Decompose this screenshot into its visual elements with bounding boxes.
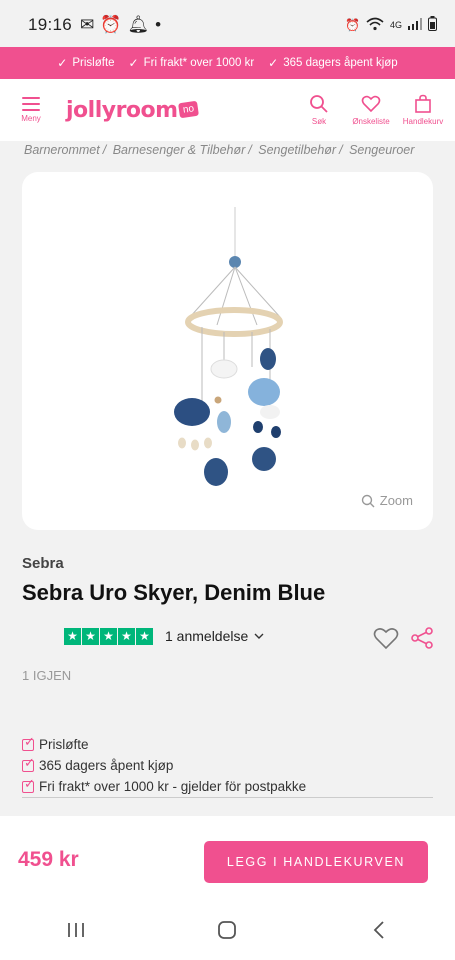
promo-item: ✓ 365 dagers åpent kjøp xyxy=(268,56,398,70)
breadcrumb: Barnerommet / Barnesenger & Tilbehør / Sen… xyxy=(24,143,415,157)
breadcrumb-link[interactable]: Barnesenger & Tilbehør xyxy=(113,143,246,157)
stock-status: 1 IGJEN xyxy=(22,668,72,683)
home-button[interactable] xyxy=(197,910,257,950)
breadcrumb-link[interactable]: Sengeuroer xyxy=(349,143,414,157)
menu-button[interactable]: Meny xyxy=(0,97,62,123)
shopping-bag-icon xyxy=(415,94,431,113)
more-dot-icon: • xyxy=(155,15,162,34)
status-time: 19:16 xyxy=(28,15,73,34)
product-price: 459 kr xyxy=(18,848,79,871)
check-icon: ✓ xyxy=(128,56,139,70)
checkbox-icon xyxy=(22,734,35,751)
hamburger-icon xyxy=(22,97,40,111)
site-logo[interactable]: jollyroom no xyxy=(66,98,199,123)
share-icon[interactable] xyxy=(410,626,434,650)
benefits-list: Prisløfte 365 dagers åpent kjøp Fri frak… xyxy=(22,734,433,797)
promo-item: ✓ Fri frakt* over 1000 kr xyxy=(128,56,255,70)
alarm-icon: ⏰ xyxy=(100,15,122,34)
system-nav-bar xyxy=(0,900,455,960)
star-icon: ★ xyxy=(136,627,153,645)
chevron-down-icon xyxy=(254,633,264,639)
recent-apps-button[interactable] xyxy=(46,910,106,950)
wishlist-button[interactable]: Ønskeliste xyxy=(345,94,397,126)
check-icon: ✓ xyxy=(57,56,68,70)
divider xyxy=(22,797,433,798)
heart-icon xyxy=(361,95,381,113)
signal-icon xyxy=(408,17,422,33)
recent-apps-icon xyxy=(67,923,84,937)
site-header: Meny jollyroom no Søk Ønskeliste Handlek… xyxy=(0,79,455,141)
benefit-item: 365 dagers åpent kjøp xyxy=(22,755,433,776)
alarm-status-icon: ⏰ xyxy=(345,18,360,32)
add-to-cart-button[interactable]: LEGG I HANDLEKURVEN xyxy=(204,841,428,883)
notification-icon: 🔔︎ xyxy=(127,15,150,34)
product-image-card[interactable]: Zoom xyxy=(22,172,433,530)
star-icon: ★ xyxy=(100,627,117,645)
cart-button[interactable]: Handlekurv xyxy=(397,94,449,126)
back-button[interactable] xyxy=(349,910,409,950)
check-icon: ✓ xyxy=(268,56,279,70)
add-to-wishlist-heart-icon[interactable] xyxy=(373,626,399,650)
zoom-button[interactable]: Zoom xyxy=(361,493,413,508)
breadcrumb-link[interactable]: Barnerommet xyxy=(24,143,100,157)
zoom-icon xyxy=(361,494,375,507)
reviews-link[interactable]: 1 anmeldelse xyxy=(165,628,264,644)
product-brand[interactable]: Sebra xyxy=(22,555,64,572)
benefit-item: Prisløfte xyxy=(22,734,433,755)
trustpilot-stars: ★ ★ ★ ★ ★ xyxy=(64,627,153,645)
star-icon: ★ xyxy=(64,627,81,645)
checkbox-icon xyxy=(22,755,35,772)
star-icon: ★ xyxy=(82,627,99,645)
rating-row[interactable]: ★ ★ ★ ★ ★ 1 anmeldelse xyxy=(64,624,264,648)
product-title: Sebra Uro Skyer, Denim Blue xyxy=(22,580,326,605)
network-label: 4G xyxy=(389,20,402,30)
search-button[interactable]: Søk xyxy=(293,94,345,126)
star-icon: ★ xyxy=(118,627,135,645)
back-icon xyxy=(373,921,384,939)
breadcrumb-link[interactable]: Sengetilbehør xyxy=(258,143,336,157)
promo-bar: ✓ Prisløfte ✓ Fri frakt* over 1000 kr ✓ 365… xyxy=(0,47,455,79)
promo-item: ✓ Prisløfte xyxy=(57,56,115,70)
wifi-icon xyxy=(366,17,384,34)
benefit-item: Fri frakt* over 1000 kr - gjelder för po… xyxy=(22,776,433,797)
product-image xyxy=(174,207,283,486)
home-icon xyxy=(218,921,237,939)
search-icon xyxy=(310,95,328,113)
battery-icon xyxy=(428,16,437,34)
checkbox-icon xyxy=(22,776,35,793)
status-bar: 19:16 ✉ ⏰ 🔔︎ • ⏰ 4G xyxy=(0,0,455,50)
gmail-icon: ✉ xyxy=(80,15,95,34)
